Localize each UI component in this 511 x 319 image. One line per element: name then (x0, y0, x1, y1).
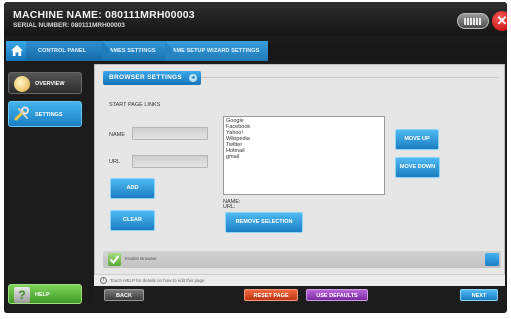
machine-name: MACHINE NAME: 080111MRH00003 (13, 9, 195, 21)
serial-number: SERIAL NUMBER: 080111MRH00003 (13, 22, 125, 29)
help-button[interactable]: ? HELP (8, 284, 82, 304)
sidebar-item-label: SETTINGS (35, 112, 63, 118)
section-title: BROWSER SETTINGS (109, 74, 183, 81)
clear-button[interactable]: CLEAR (110, 210, 155, 231)
breadcrumb-label: CONTROL PANEL (38, 48, 87, 54)
remove-selection-button[interactable]: REMOVE SELECTION (225, 212, 303, 233)
add-button[interactable]: ADD (110, 178, 155, 199)
help-hint-bar: i Touch HELP for details on how to edit … (94, 274, 505, 286)
overview-icon (14, 76, 30, 92)
breadcrumb-arrow (102, 41, 111, 61)
browser-settings-panel: BROWSER SETTINGS ◂ START PAGE LINKS NAME… (94, 64, 505, 281)
name-label: NAME (109, 132, 125, 138)
selected-url-label: URL: (223, 204, 236, 210)
move-up-button[interactable]: MOVE UP (395, 129, 439, 150)
enable-browser-checkbox[interactable] (108, 253, 121, 266)
help-icon: ? (14, 287, 30, 303)
use-defaults-button[interactable]: USE DEFAULTS (306, 289, 368, 301)
breadcrumb: GAME SETUP WIZARD SETTINGS GAMES SETTING… (4, 41, 507, 61)
collapse-arrow-icon[interactable]: ◂ (189, 74, 197, 82)
move-down-button[interactable]: MOVE DOWN (395, 157, 440, 178)
breadcrumb-label: GAME SETUP WIZARD SETTINGS (168, 48, 260, 54)
divider (201, 77, 499, 78)
url-input[interactable] (132, 155, 208, 168)
home-button[interactable] (6, 41, 28, 61)
help-label: HELP (35, 292, 50, 298)
sidebar-item-settings[interactable]: SETTINGS (8, 101, 82, 127)
back-button[interactable]: BACK (104, 289, 144, 301)
keyboard-icon (464, 18, 482, 25)
reset-page-button[interactable]: RESET PAGE (244, 289, 298, 301)
sidebar: OVERVIEW SETTINGS ? HELP (4, 64, 90, 313)
enable-browser-row: Enable Browser (103, 251, 501, 268)
info-icon: i (100, 277, 107, 284)
close-button[interactable]: ✕ (492, 11, 507, 31)
breadcrumb-control-panel[interactable]: CONTROL PANEL (26, 41, 111, 61)
name-input[interactable] (132, 127, 208, 140)
checkmark-icon (110, 255, 119, 265)
home-icon (11, 45, 23, 56)
section-header: BROWSER SETTINGS ◂ (103, 71, 201, 85)
start-page-links-list[interactable]: Google Facebook Yahoo! Wikipedia Twitter… (223, 116, 385, 195)
title-bar: MACHINE NAME: 080111MRH00003 SERIAL NUMB… (4, 2, 507, 36)
footer-bar: BACK RESET PAGE USE DEFAULTS NEXT (94, 286, 505, 303)
enable-browser-label: Enable Browser (125, 256, 157, 261)
url-label: URL (109, 159, 121, 165)
start-page-links-label: START PAGE LINKS (109, 102, 161, 108)
breadcrumb-label: GAMES SETTINGS (105, 48, 156, 54)
tools-icon (14, 106, 30, 122)
enable-browser-toggle[interactable] (485, 253, 499, 266)
sidebar-item-label: OVERVIEW (35, 81, 65, 87)
hint-text: Touch HELP for details on how to edit th… (110, 278, 205, 283)
sidebar-item-overview[interactable]: OVERVIEW (8, 72, 82, 94)
list-item[interactable]: gmail (226, 154, 382, 160)
breadcrumb-arrow (165, 41, 174, 61)
keyboard-button[interactable] (457, 13, 489, 29)
app-window: MACHINE NAME: 080111MRH00003 SERIAL NUMB… (4, 2, 507, 313)
next-button[interactable]: NEXT (460, 289, 498, 301)
